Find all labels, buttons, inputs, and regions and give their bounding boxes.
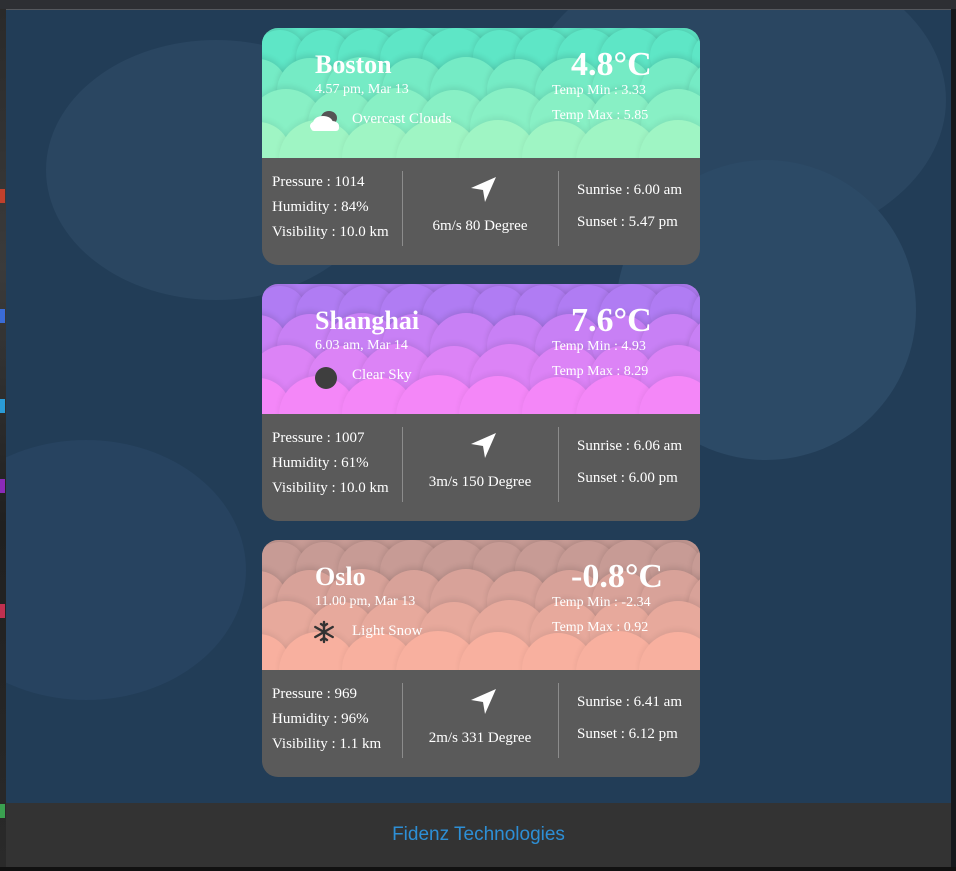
wind-direction-icon <box>471 433 496 458</box>
divider <box>558 427 559 502</box>
overcast-clouds-icon <box>310 111 339 131</box>
divider <box>558 683 559 758</box>
pressure: Pressure : 1007 <box>272 430 365 446</box>
background-cloud <box>6 440 246 700</box>
footer: Fidenz Technologies <box>6 803 951 867</box>
visibility: Visibility : 10.0 km <box>272 480 389 496</box>
card-details: Pressure : 1014 Humidity : 84% Visibilit… <box>262 158 700 265</box>
snowflake-icon <box>314 620 334 644</box>
weather-card-shanghai[interactable]: Pressure : 1007 Humidity : 61% Visibilit… <box>262 284 700 521</box>
sunrise: Sunrise : 6.41 am <box>577 694 682 710</box>
temperature: -0.8°C <box>571 558 663 595</box>
temperature: 4.8°C <box>571 46 652 83</box>
wind-info: 6m/s 80 Degree <box>432 218 528 234</box>
taskbar-edge <box>0 867 956 871</box>
sunset: Sunset : 6.00 pm <box>577 470 678 486</box>
humidity: Humidity : 96% <box>272 711 369 727</box>
window-top-bar <box>0 0 956 10</box>
pressure: Pressure : 1014 <box>272 174 365 190</box>
wind-info: 2m/s 331 Degree <box>428 730 532 746</box>
divider <box>558 171 559 246</box>
city-name: Oslo <box>315 562 366 591</box>
city-name: Boston <box>315 50 392 79</box>
sunset: Sunset : 5.47 pm <box>577 214 678 230</box>
humidity: Humidity : 61% <box>272 455 369 471</box>
wind-direction-icon <box>471 177 496 202</box>
temp-max: Temp Max : 8.29 <box>552 364 649 379</box>
sunrise: Sunrise : 6.06 am <box>577 438 682 454</box>
visibility: Visibility : 1.1 km <box>272 736 382 752</box>
visibility: Visibility : 10.0 km <box>272 224 389 240</box>
temp-min: Temp Min : -2.34 <box>552 595 651 610</box>
app-viewport: Pressure : 1014 Humidity : 84% Visibilit… <box>6 10 951 803</box>
date-time: 11.00 pm, Mar 13 <box>315 594 416 609</box>
sunset: Sunset : 6.12 pm <box>577 726 678 742</box>
date-time: 6.03 am, Mar 14 <box>315 338 408 353</box>
clear-sky-icon <box>315 367 337 389</box>
wind-info: 3m/s 150 Degree <box>428 474 532 490</box>
temp-max: Temp Max : 5.85 <box>552 108 649 123</box>
date-time: 4.57 pm, Mar 13 <box>315 82 409 97</box>
temp-max: Temp Max : 0.92 <box>552 620 649 635</box>
card-details: Pressure : 969 Humidity : 96% Visibility… <box>262 670 700 777</box>
sunrise: Sunrise : 6.00 am <box>577 182 682 198</box>
weather-condition: Light Snow <box>352 623 423 639</box>
window-edge <box>951 9 956 871</box>
weather-card-oslo[interactable]: Pressure : 969 Humidity : 96% Visibility… <box>262 540 700 777</box>
card-details: Pressure : 1007 Humidity : 61% Visibilit… <box>262 414 700 521</box>
temp-min: Temp Min : 4.93 <box>552 339 646 354</box>
temp-min: Temp Min : 3.33 <box>552 83 646 98</box>
city-name: Shanghai <box>315 306 420 335</box>
weather-card-boston[interactable]: Pressure : 1014 Humidity : 84% Visibilit… <box>262 28 700 265</box>
footer-company-link[interactable]: Fidenz Technologies <box>6 824 951 846</box>
temperature: 7.6°C <box>571 302 652 339</box>
pressure: Pressure : 969 <box>272 686 357 702</box>
weather-condition: Clear Sky <box>352 367 412 383</box>
wind-direction-icon <box>471 689 496 714</box>
weather-condition: Overcast Clouds <box>352 111 452 127</box>
humidity: Humidity : 84% <box>272 199 369 215</box>
